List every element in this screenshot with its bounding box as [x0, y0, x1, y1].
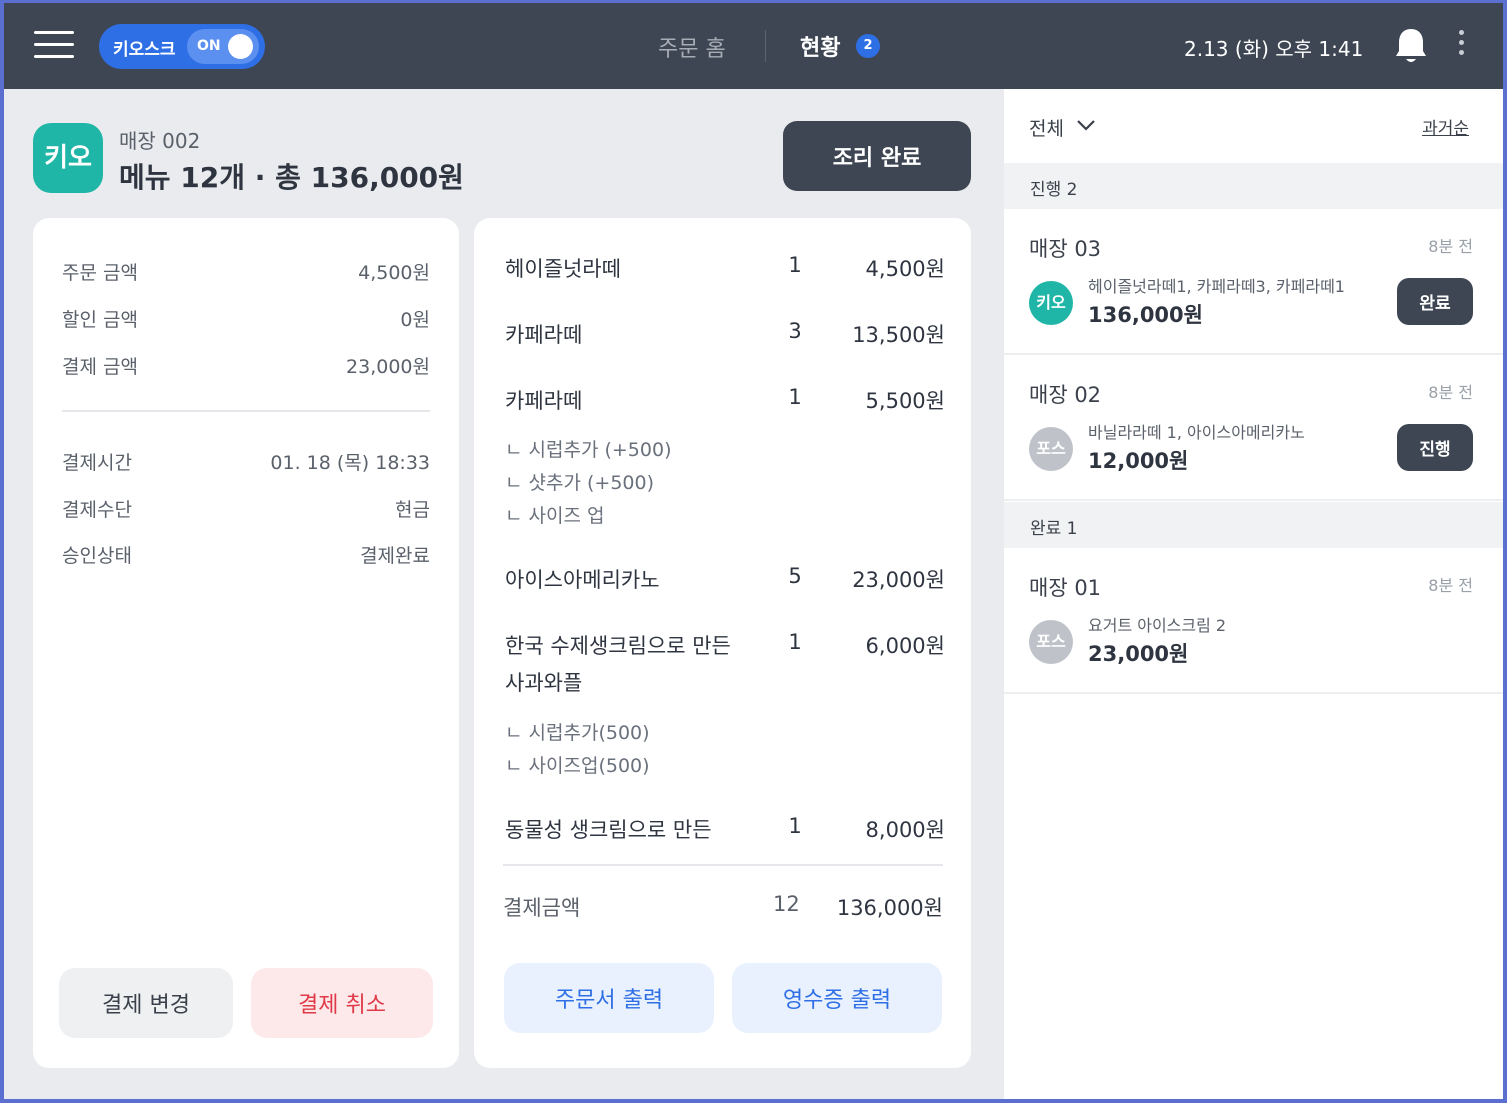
channel-badge: 키오: [1029, 281, 1073, 325]
item-qty: 1: [788, 814, 802, 838]
order-amount: 12,000원: [1088, 449, 1189, 473]
top-bar: 키오스크 ON 주문 홈 현황 2 2.13 (화) 오후 1:41: [4, 3, 1503, 89]
order-time: 8분 전: [1428, 576, 1473, 595]
payment-value: 23,000원: [346, 356, 430, 378]
payment-value: 현금: [395, 499, 430, 521]
order-store: 매장 01: [1029, 576, 1102, 600]
total-label: 결제금액: [503, 896, 581, 920]
order-time: 8분 전: [1428, 237, 1473, 256]
section-label: 진행 2: [1030, 180, 1078, 200]
item-qty: 1: [788, 253, 802, 277]
order-card[interactable]: 매장 01 8분 전 포스 요거트 아이스크림 2 23,000원: [1004, 548, 1503, 694]
item-name: 카페라떼: [505, 323, 583, 347]
cook-complete-button[interactable]: 조리 완료: [783, 121, 971, 191]
order-list-panel: 전체 과거순 진행 2 매장 03 8분 전 키오 헤이즐넛라떼1, 카페라떼3…: [1004, 89, 1503, 1099]
item-name: 헤이즐넛라떼: [505, 257, 621, 281]
item-name: 한국 수제생크림으로 만든: [505, 634, 731, 658]
section-label: 완료 1: [1030, 519, 1078, 539]
order-card[interactable]: 매장 03 8분 전 키오 헤이즐넛라떼1, 카페라떼3, 카페라떼1 136,…: [1004, 209, 1503, 355]
order-amount: 23,000원: [1088, 642, 1189, 666]
item-qty: 3: [788, 319, 802, 343]
payment-divider: [62, 410, 430, 412]
item-option: ㄴ 사이즈업(500): [505, 755, 650, 777]
filter-dropdown[interactable]: 전체: [1029, 114, 1064, 141]
item-option: ㄴ 시럽추가(500): [505, 722, 650, 744]
item-qty: 1: [788, 630, 802, 654]
print-order-button[interactable]: 주문서 출력: [504, 963, 714, 1033]
item-price: 6,000원: [865, 634, 945, 658]
hamburger-menu-icon[interactable]: [34, 31, 74, 61]
section-done: 완료 1: [1004, 502, 1503, 548]
kiosk-toggle[interactable]: ON: [187, 29, 259, 64]
payment-cancel-button[interactable]: 결제 취소: [251, 968, 433, 1038]
order-amount: 136,000원: [1088, 303, 1203, 327]
total-qty: 12: [773, 892, 800, 916]
item-name: 동물성 생크림으로 만든: [505, 818, 712, 842]
total-price: 136,000원: [836, 896, 943, 920]
item-option: ㄴ 사이즈 업: [505, 505, 605, 527]
order-complete-button[interactable]: 완료: [1397, 278, 1473, 325]
order-store: 매장 03: [1029, 237, 1102, 261]
store-name: 매장 002: [119, 129, 201, 153]
app-frame: 키오스크 ON 주문 홈 현황 2 2.13 (화) 오후 1:41 키오 매장…: [4, 3, 1503, 1099]
section-in-progress: 진행 2: [1004, 163, 1503, 209]
item-option: ㄴ 시럽추가 (+500): [505, 439, 672, 461]
order-items: 바닐라라떼 1, 아이스아메리카노: [1088, 423, 1305, 442]
payment-value: 결제완료: [360, 545, 430, 567]
payment-label: 할인 금액: [62, 309, 138, 331]
order-items: 헤이즐넛라떼1, 카페라떼3, 카페라떼1: [1088, 277, 1345, 296]
nav-divider: [765, 30, 766, 62]
item-price: 23,000원: [852, 568, 945, 592]
item-name: 아이스아메리카노: [505, 568, 660, 592]
item-option: ㄴ 샷추가 (+500): [505, 472, 655, 494]
print-receipt-button[interactable]: 영수증 출력: [732, 963, 942, 1033]
payment-value: 0원: [400, 309, 430, 331]
kiosk-mode-pill: 키오스크 ON: [99, 24, 265, 69]
order-summary: 메뉴 12개 · 총 136,000원: [119, 161, 464, 194]
sort-toggle[interactable]: 과거순: [1422, 114, 1469, 139]
toggle-knob: [228, 34, 253, 59]
order-time: 8분 전: [1428, 383, 1473, 402]
payment-label: 결제시간: [62, 452, 132, 474]
status-count-badge: 2: [856, 34, 880, 58]
nav-order-home[interactable]: 주문 홈: [658, 31, 726, 63]
payment-label: 주문 금액: [62, 262, 138, 284]
chevron-down-icon[interactable]: [1075, 117, 1097, 133]
payment-card: 주문 금액 4,500원 할인 금액 0원 결제 금액 23,000원 결제시간…: [33, 218, 459, 1068]
item-qty: 5: [788, 564, 802, 588]
item-price: 8,000원: [865, 818, 945, 842]
channel-badge: 포스: [1029, 427, 1073, 471]
kiosk-toggle-state: ON: [197, 38, 221, 54]
nav-status[interactable]: 현황: [800, 30, 840, 62]
item-price: 4,500원: [865, 257, 945, 281]
kiosk-label: 키오스크: [113, 40, 176, 60]
item-name: 카페라떼: [505, 389, 583, 413]
more-vertical-icon[interactable]: [1454, 30, 1468, 62]
item-price: 13,500원: [852, 323, 945, 347]
order-progress-button[interactable]: 진행: [1397, 424, 1473, 471]
item-qty: 1: [788, 385, 802, 409]
bell-icon[interactable]: [1394, 26, 1428, 66]
payment-change-button[interactable]: 결제 변경: [59, 968, 233, 1038]
payment-label: 결제 금액: [62, 356, 138, 378]
item-name-line2: 사과와플: [505, 671, 583, 695]
payment-label: 승인상태: [62, 545, 132, 567]
order-card[interactable]: 매장 02 8분 전 포스 바닐라라떼 1, 아이스아메리카노 12,000원 …: [1004, 355, 1503, 501]
payment-value: 01. 18 (목) 18:33: [270, 452, 430, 474]
order-items-card: 헤이즐넛라떼 1 4,500원 카페라떼 3 13,500원 카페라떼 1 5,…: [474, 218, 971, 1068]
items-divider: [503, 864, 943, 866]
payment-label: 결제수단: [62, 499, 132, 521]
channel-badge: 키오: [33, 123, 103, 193]
item-price: 5,500원: [865, 389, 945, 413]
current-datetime: 2.13 (화) 오후 1:41: [1184, 37, 1364, 61]
order-items: 요거트 아이스크림 2: [1088, 616, 1227, 635]
channel-badge: 포스: [1029, 620, 1073, 664]
payment-value: 4,500원: [358, 262, 430, 284]
order-store: 매장 02: [1029, 383, 1102, 407]
